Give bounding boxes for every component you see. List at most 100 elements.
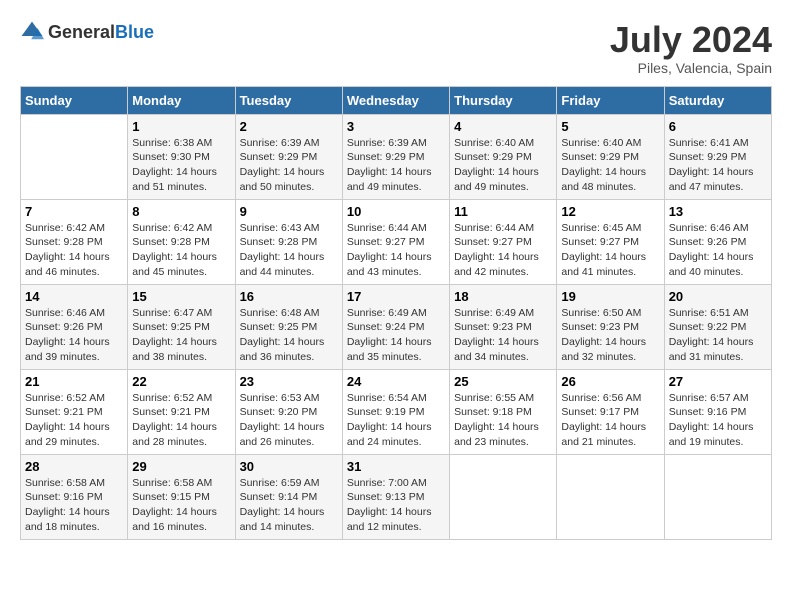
day-number: 8 — [132, 204, 230, 219]
calendar-week-1: 1 Sunrise: 6:38 AM Sunset: 9:30 PM Daylig… — [21, 114, 772, 199]
day-number: 24 — [347, 374, 445, 389]
subtitle: Piles, Valencia, Spain — [610, 60, 772, 76]
day-number: 15 — [132, 289, 230, 304]
calendar-cell: 1 Sunrise: 6:38 AM Sunset: 9:30 PM Daylig… — [128, 114, 235, 199]
calendar-cell: 17Sunrise: 6:49 AM Sunset: 9:24 PM Dayli… — [342, 284, 449, 369]
calendar-cell — [21, 114, 128, 199]
header-friday: Friday — [557, 86, 664, 114]
day-info: Sunrise: 6:46 AM Sunset: 9:26 PM Dayligh… — [25, 306, 123, 365]
calendar-cell: 26Sunrise: 6:56 AM Sunset: 9:17 PM Dayli… — [557, 369, 664, 454]
calendar-cell: 25Sunrise: 6:55 AM Sunset: 9:18 PM Dayli… — [450, 369, 557, 454]
day-number: 26 — [561, 374, 659, 389]
day-info: Sunrise: 6:42 AM Sunset: 9:28 PM Dayligh… — [25, 221, 123, 280]
calendar-week-3: 14 Sunrise: 6:46 AM Sunset: 9:26 PM Dayli… — [21, 284, 772, 369]
calendar-cell: 20 Sunrise: 6:51 AM Sunset: 9:22 PM Dayli… — [664, 284, 771, 369]
calendar-cell: 15 Sunrise: 6:47 AM Sunset: 9:25 PM Dayli… — [128, 284, 235, 369]
day-info: Sunrise: 6:57 AM Sunset: 9:16 PM Dayligh… — [669, 391, 767, 450]
day-info: Sunrise: 6:50 AM Sunset: 9:23 PM Dayligh… — [561, 306, 659, 365]
day-info: Sunrise: 6:44 AM Sunset: 9:27 PM Dayligh… — [347, 221, 445, 280]
calendar-cell: 16Sunrise: 6:48 AM Sunset: 9:25 PM Dayli… — [235, 284, 342, 369]
calendar-cell: 14 Sunrise: 6:46 AM Sunset: 9:26 PM Dayli… — [21, 284, 128, 369]
day-info: Sunrise: 6:46 AM Sunset: 9:26 PM Dayligh… — [669, 221, 767, 280]
calendar-cell: 3 Sunrise: 6:39 AM Sunset: 9:29 PM Daylig… — [342, 114, 449, 199]
day-info: Sunrise: 6:40 AM Sunset: 9:29 PM Dayligh… — [561, 136, 659, 195]
day-number: 1 — [132, 119, 230, 134]
header-sunday: Sunday — [21, 86, 128, 114]
day-info: Sunrise: 6:41 AM Sunset: 9:29 PM Dayligh… — [669, 136, 767, 195]
day-info: Sunrise: 6:58 AM Sunset: 9:15 PM Dayligh… — [132, 476, 230, 535]
logo-icon — [20, 20, 44, 44]
calendar-week-5: 28Sunrise: 6:58 AM Sunset: 9:16 PM Dayli… — [21, 454, 772, 539]
day-number: 12 — [561, 204, 659, 219]
calendar-body: 1 Sunrise: 6:38 AM Sunset: 9:30 PM Daylig… — [21, 114, 772, 539]
day-info: Sunrise: 6:53 AM Sunset: 9:20 PM Dayligh… — [240, 391, 338, 450]
day-number: 23 — [240, 374, 338, 389]
day-number: 2 — [240, 119, 338, 134]
day-number: 6 — [669, 119, 767, 134]
day-number: 21 — [25, 374, 123, 389]
day-info: Sunrise: 6:43 AM Sunset: 9:28 PM Dayligh… — [240, 221, 338, 280]
calendar-cell: 13 Sunrise: 6:46 AM Sunset: 9:26 PM Dayli… — [664, 199, 771, 284]
calendar-cell: 28Sunrise: 6:58 AM Sunset: 9:16 PM Dayli… — [21, 454, 128, 539]
calendar-table: Sunday Monday Tuesday Wednesday Thursday… — [20, 86, 772, 540]
calendar-cell: 30 Sunrise: 6:59 AM Sunset: 9:14 PM Dayli… — [235, 454, 342, 539]
day-info: Sunrise: 6:38 AM Sunset: 9:30 PM Dayligh… — [132, 136, 230, 195]
day-info: Sunrise: 6:39 AM Sunset: 9:29 PM Dayligh… — [240, 136, 338, 195]
header-tuesday: Tuesday — [235, 86, 342, 114]
day-info: Sunrise: 6:47 AM Sunset: 9:25 PM Dayligh… — [132, 306, 230, 365]
day-info: Sunrise: 7:00 AM Sunset: 9:13 PM Dayligh… — [347, 476, 445, 535]
calendar-week-4: 21 Sunrise: 6:52 AM Sunset: 9:21 PM Dayli… — [21, 369, 772, 454]
day-info: Sunrise: 6:51 AM Sunset: 9:22 PM Dayligh… — [669, 306, 767, 365]
day-info: Sunrise: 6:52 AM Sunset: 9:21 PM Dayligh… — [25, 391, 123, 450]
page-header: GeneralBlue July 2024 Piles, Valencia, S… — [20, 20, 772, 76]
day-number: 16 — [240, 289, 338, 304]
day-number: 3 — [347, 119, 445, 134]
calendar-cell: 10Sunrise: 6:44 AM Sunset: 9:27 PM Dayli… — [342, 199, 449, 284]
day-number: 19 — [561, 289, 659, 304]
logo-general: General — [48, 22, 115, 42]
header-wednesday: Wednesday — [342, 86, 449, 114]
day-info: Sunrise: 6:58 AM Sunset: 9:16 PM Dayligh… — [25, 476, 123, 535]
logo-blue: Blue — [115, 22, 154, 42]
day-number: 14 — [25, 289, 123, 304]
day-number: 11 — [454, 204, 552, 219]
day-number: 13 — [669, 204, 767, 219]
calendar-cell: 24Sunrise: 6:54 AM Sunset: 9:19 PM Dayli… — [342, 369, 449, 454]
header-saturday: Saturday — [664, 86, 771, 114]
day-number: 20 — [669, 289, 767, 304]
calendar-cell: 23 Sunrise: 6:53 AM Sunset: 9:20 PM Dayli… — [235, 369, 342, 454]
day-info: Sunrise: 6:45 AM Sunset: 9:27 PM Dayligh… — [561, 221, 659, 280]
day-number: 30 — [240, 459, 338, 474]
calendar-cell — [557, 454, 664, 539]
calendar-cell: 8 Sunrise: 6:42 AM Sunset: 9:28 PM Daylig… — [128, 199, 235, 284]
calendar-cell: 11 Sunrise: 6:44 AM Sunset: 9:27 PM Dayli… — [450, 199, 557, 284]
calendar-cell: 12 Sunrise: 6:45 AM Sunset: 9:27 PM Dayli… — [557, 199, 664, 284]
day-number: 5 — [561, 119, 659, 134]
day-info: Sunrise: 6:49 AM Sunset: 9:23 PM Dayligh… — [454, 306, 552, 365]
title-block: July 2024 Piles, Valencia, Spain — [610, 20, 772, 76]
day-number: 9 — [240, 204, 338, 219]
header-monday: Monday — [128, 86, 235, 114]
day-info: Sunrise: 6:44 AM Sunset: 9:27 PM Dayligh… — [454, 221, 552, 280]
day-number: 7 — [25, 204, 123, 219]
calendar-cell: 31 Sunrise: 7:00 AM Sunset: 9:13 PM Dayli… — [342, 454, 449, 539]
day-info: Sunrise: 6:49 AM Sunset: 9:24 PM Dayligh… — [347, 306, 445, 365]
day-info: Sunrise: 6:39 AM Sunset: 9:29 PM Dayligh… — [347, 136, 445, 195]
day-number: 25 — [454, 374, 552, 389]
day-number: 18 — [454, 289, 552, 304]
calendar-cell: 6 Sunrise: 6:41 AM Sunset: 9:29 PM Daylig… — [664, 114, 771, 199]
calendar-cell: 4Sunrise: 6:40 AM Sunset: 9:29 PM Daylig… — [450, 114, 557, 199]
logo: GeneralBlue — [20, 20, 154, 44]
day-info: Sunrise: 6:42 AM Sunset: 9:28 PM Dayligh… — [132, 221, 230, 280]
calendar-cell: 18 Sunrise: 6:49 AM Sunset: 9:23 PM Dayli… — [450, 284, 557, 369]
calendar-cell: 7 Sunrise: 6:42 AM Sunset: 9:28 PM Daylig… — [21, 199, 128, 284]
day-number: 29 — [132, 459, 230, 474]
calendar-cell: 29 Sunrise: 6:58 AM Sunset: 9:15 PM Dayli… — [128, 454, 235, 539]
day-number: 31 — [347, 459, 445, 474]
calendar-cell: 19 Sunrise: 6:50 AM Sunset: 9:23 PM Dayli… — [557, 284, 664, 369]
day-info: Sunrise: 6:40 AM Sunset: 9:29 PM Dayligh… — [454, 136, 552, 195]
day-number: 27 — [669, 374, 767, 389]
calendar-cell: 22Sunrise: 6:52 AM Sunset: 9:21 PM Dayli… — [128, 369, 235, 454]
day-info: Sunrise: 6:59 AM Sunset: 9:14 PM Dayligh… — [240, 476, 338, 535]
calendar-cell: 2 Sunrise: 6:39 AM Sunset: 9:29 PM Daylig… — [235, 114, 342, 199]
